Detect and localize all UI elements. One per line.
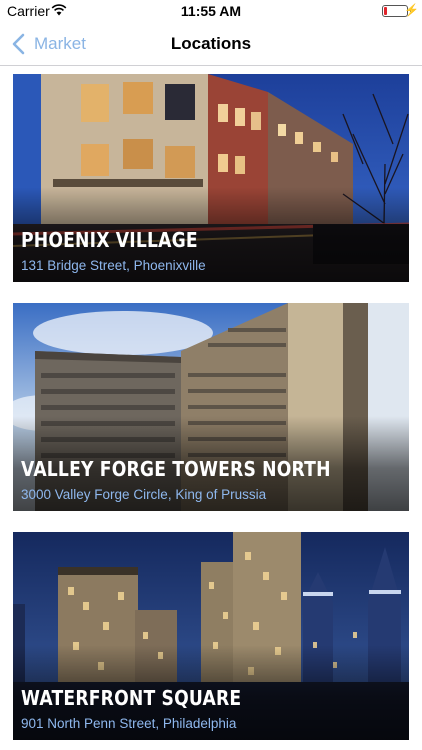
location-address: 3000 Valley Forge Circle, King of Prussi… <box>21 487 267 502</box>
location-address: 901 North Penn Street, Philadelphia <box>21 716 237 731</box>
location-name: PHOENIX VILLAGE <box>21 228 198 252</box>
location-address: 131 Bridge Street, Phoenixville <box>21 258 206 273</box>
battery-level <box>384 7 387 15</box>
location-card-phoenix-village[interactable]: PHOENIX VILLAGE 131 Bridge Street, Phoen… <box>13 74 409 282</box>
status-bar: Carrier 11:55 AM ⚡ <box>0 0 422 22</box>
location-name: WATERFRONT SQUARE <box>21 686 242 710</box>
clock: 11:55 AM <box>180 3 242 19</box>
location-card-valley-forge-towers-north[interactable]: VALLEY FORGE TOWERS NORTH 3000 Valley Fo… <box>13 303 409 511</box>
location-card-waterfront-square[interactable]: WATERFRONT SQUARE 901 North Penn Street,… <box>13 532 409 740</box>
charging-bolt-icon: ⚡ <box>404 3 419 17</box>
navigation-bar: Market Locations <box>0 22 422 66</box>
page-title: Locations <box>170 34 252 53</box>
location-name: VALLEY FORGE TOWERS NORTH <box>21 457 331 481</box>
